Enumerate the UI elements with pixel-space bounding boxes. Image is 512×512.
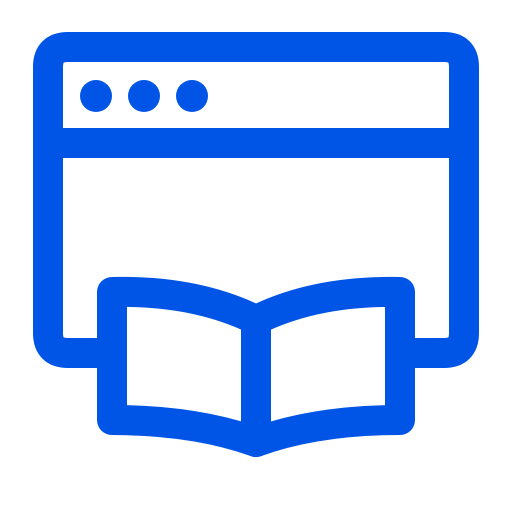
book-right-page: [241, 276, 415, 457]
web-browser-with-open-book-icon: [33, 32, 479, 457]
book-left-page: [97, 276, 271, 457]
icon-canvas: [0, 0, 512, 512]
window-dot-icon-2: [128, 80, 160, 112]
window-dot-icon-1: [80, 80, 112, 112]
window-dot-icon-3: [176, 80, 208, 112]
